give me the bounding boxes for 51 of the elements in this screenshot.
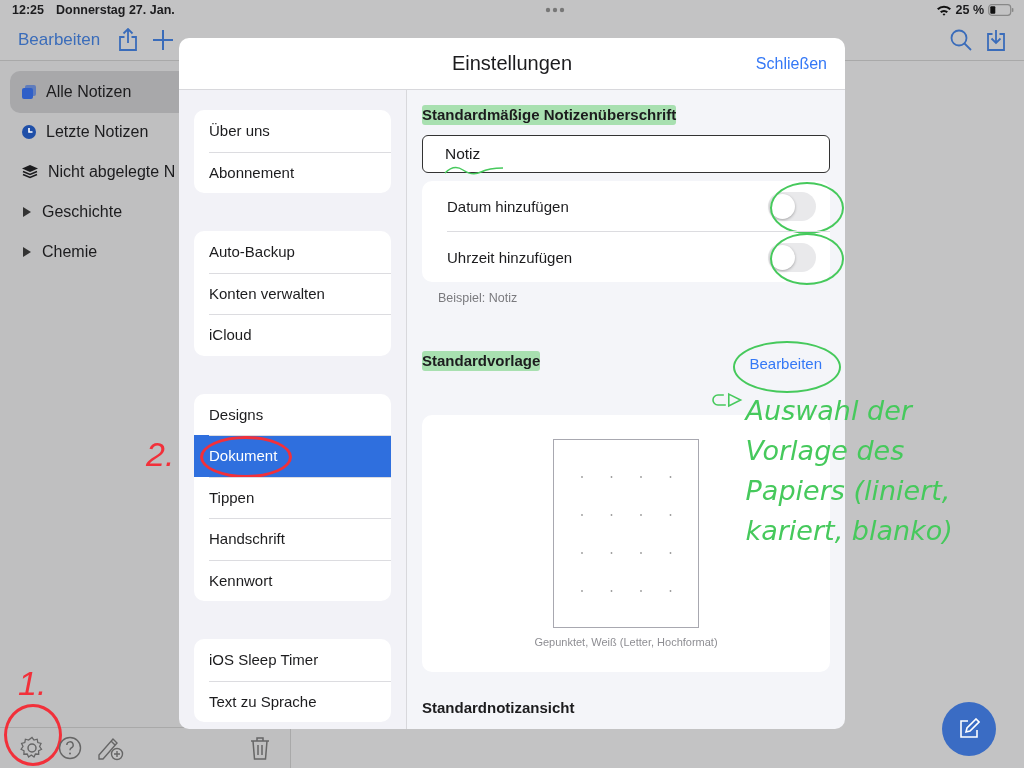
close-link[interactable]: Schließen — [755, 54, 827, 73]
compose-button[interactable] — [942, 702, 996, 756]
plus-icon[interactable] — [152, 29, 175, 51]
settings-icon[interactable] — [20, 736, 44, 760]
example-text: Beispiel: Notiz — [438, 291, 519, 305]
toggle-switch[interactable] — [768, 242, 816, 272]
settings-menu-item[interactable]: Dokument — [194, 435, 391, 477]
settings-menu-item[interactable]: Auto-Backup — [194, 231, 391, 273]
wifi-icon — [935, 4, 952, 16]
dialog-title: Einstellungen — [451, 52, 573, 75]
settings-menu-item[interactable]: iOS Sleep Timer — [194, 639, 391, 681]
download-icon[interactable] — [986, 29, 1006, 51]
template-caption: Gepunktet, Weiß (Letter, Hochformat) — [534, 636, 718, 648]
disclosure-triangle-icon — [22, 206, 32, 218]
stack-icon — [22, 165, 38, 179]
annotation-note: Auswahl der Vorlage des Papiers (liniert, kariert, blanko) — [745, 394, 954, 548]
toggle-label: Uhrzeit hinzufügen — [447, 248, 574, 266]
battery-icon — [988, 4, 1014, 16]
toggle-switch[interactable] — [768, 191, 816, 221]
pencil-plus-icon[interactable] — [96, 735, 124, 761]
status-time: 12:25 — [12, 3, 44, 17]
settings-menu-item[interactable]: Über uns — [194, 110, 391, 152]
status-date: Donnerstag 27. Jan. — [56, 3, 175, 17]
settings-menu-item[interactable]: iCloud — [194, 314, 391, 356]
annotation-number: 2. — [146, 435, 175, 474]
dotted-paper-preview[interactable] — [553, 439, 699, 628]
compose-icon — [958, 718, 980, 740]
sidebar-item[interactable]: Geschichte — [10, 191, 290, 233]
toggle-label: Datum hinzufügen — [447, 197, 570, 215]
help-icon[interactable] — [58, 736, 82, 760]
title-field[interactable]: Notiz — [422, 135, 830, 173]
settings-menu-item[interactable]: Tippen — [194, 476, 391, 518]
settings-menu-item[interactable]: Text zu Sprache — [194, 680, 391, 722]
annotation-number: 1. — [18, 664, 47, 703]
settings-menu-item[interactable]: Designs — [194, 393, 391, 435]
settings-menu-item[interactable]: Handschrift — [194, 518, 391, 560]
section-heading: Standardvorlage — [422, 351, 541, 371]
share-icon[interactable] — [118, 28, 139, 52]
search-icon[interactable] — [950, 29, 972, 51]
settings-menu-item[interactable]: Kennwort — [194, 559, 391, 601]
notes-icon — [22, 85, 36, 99]
settings-menu-item[interactable]: Abonnement — [194, 151, 391, 193]
more-dots-icon — [545, 7, 566, 13]
edit-link[interactable]: Bearbeiten — [749, 354, 822, 372]
clock-icon — [22, 125, 36, 139]
section-heading: Standardnotizansicht — [422, 698, 575, 718]
section-heading: Standardmäßige Notizenüberschrift — [422, 105, 677, 125]
settings-menu-item[interactable]: Konten verwalten — [194, 272, 391, 314]
trash-icon[interactable] — [250, 736, 270, 760]
disclosure-triangle-icon — [22, 246, 32, 258]
battery-percent: 25 % — [955, 3, 984, 17]
